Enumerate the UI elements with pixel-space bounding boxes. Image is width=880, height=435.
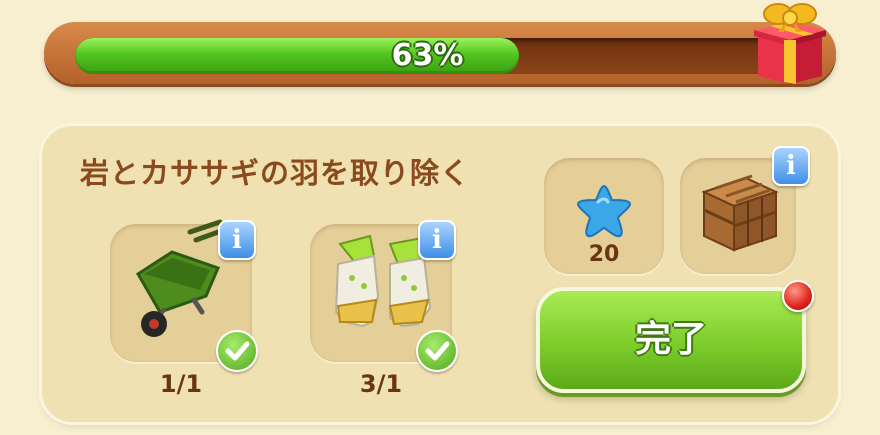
progress-bar: 63% [44,22,836,84]
checkmark-icon [416,330,458,372]
reward-slot-crate[interactable]: i [680,146,810,274]
info-icon[interactable]: i [218,220,256,260]
info-icon[interactable]: i [418,220,456,260]
checkmark-icon [216,330,258,372]
progress-track: 63% [75,38,780,74]
item-count-label: 3/1 [359,370,403,398]
info-icon[interactable]: i [772,146,810,186]
item-slot-wheelbarrow[interactable]: i [110,219,258,372]
wooden-crate-icon [701,174,779,252]
reward-slot-star[interactable]: 20 [544,158,664,274]
item-slot-gloves[interactable]: i [310,220,458,372]
task-title: 岩とカササギの羽を取り除く [80,156,471,190]
gift-box-icon[interactable] [750,0,828,88]
reward-amount: 20 [588,242,620,267]
blue-star-icon [576,184,632,238]
item-count-label: 1/1 [159,370,203,398]
complete-button[interactable]: 完了 [536,287,806,393]
notification-dot [782,280,814,312]
complete-button-label: 完了 [634,319,707,360]
progress-label: 63% [391,38,464,73]
